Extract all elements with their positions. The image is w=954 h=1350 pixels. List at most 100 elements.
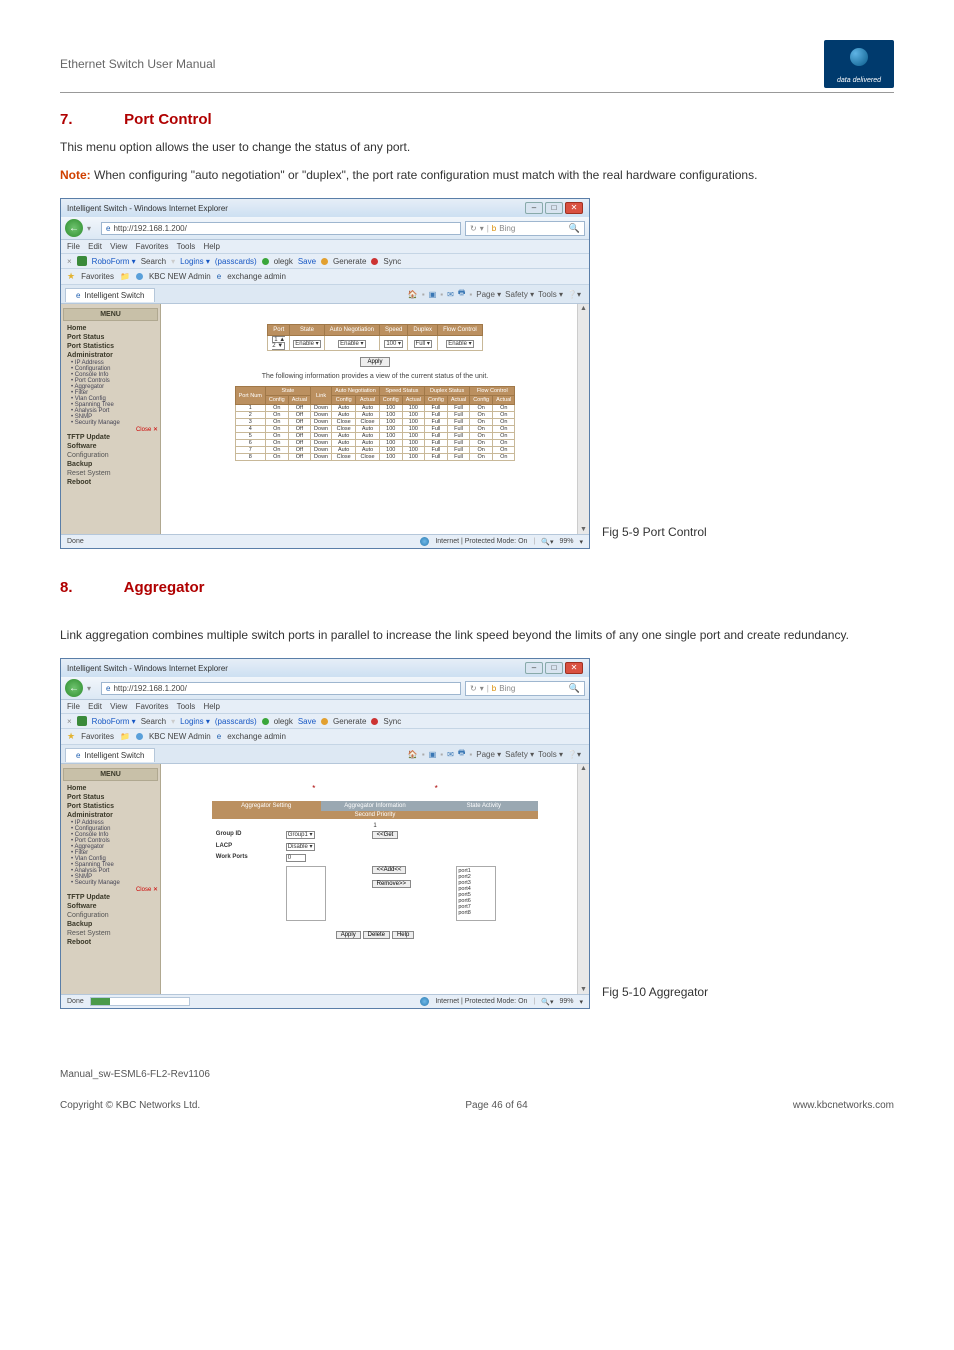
menu-port-statistics-2[interactable]: Port Statistics <box>63 802 158 811</box>
menu-port-statistics[interactable]: Port Statistics <box>63 342 158 351</box>
window-maximize-button[interactable]: □ <box>545 202 563 214</box>
menu-home[interactable]: Home <box>63 324 158 333</box>
menu-favorites[interactable]: Favorites <box>136 242 169 251</box>
apply-button[interactable]: Apply <box>360 357 389 367</box>
toolbar-x[interactable]: × <box>67 257 72 266</box>
nav-back-button-2[interactable]: ← <box>65 679 83 697</box>
toolbar-passcards[interactable]: (passcards) <box>215 257 257 266</box>
menu-tools[interactable]: Tools <box>177 242 196 251</box>
menu-software[interactable]: Software <box>63 442 158 451</box>
nav-forward-button[interactable]: ▾ <box>87 224 97 233</box>
menu-close-2[interactable]: Close ✕ <box>63 886 158 893</box>
toolbar-sync[interactable]: Sync <box>383 257 401 266</box>
menu-backup-2[interactable]: Backup <box>63 920 158 929</box>
window-titlebar-2[interactable]: Intelligent Switch - Windows Internet Ex… <box>61 659 589 677</box>
toolbar-search[interactable]: Search <box>141 257 166 266</box>
cmd-home-icon[interactable]: 🏠 <box>408 290 418 299</box>
list-item[interactable]: port8 <box>458 910 494 916</box>
cmd-print-icon[interactable]: 🖶 <box>458 287 466 301</box>
menu-view[interactable]: View <box>110 242 127 251</box>
fav-exchange[interactable]: exchange admin <box>227 272 286 281</box>
menu-software-2[interactable]: Software <box>63 902 158 911</box>
window-maximize-button-2[interactable]: □ <box>545 662 563 674</box>
toolbar-generate[interactable]: Generate <box>333 257 366 266</box>
agg-groupid-select[interactable]: Group1 ▾ <box>286 831 315 839</box>
agg-lacp-select[interactable]: Disable ▾ <box>286 843 315 851</box>
window-titlebar[interactable]: Intelligent Switch - Windows Internet Ex… <box>61 199 589 217</box>
favorites-star-icon[interactable]: ★ <box>67 271 75 282</box>
window-close-button[interactable]: ✕ <box>565 202 583 214</box>
vertical-scrollbar[interactable] <box>577 304 589 534</box>
fav-exchange-2[interactable]: exchange admin <box>227 732 286 741</box>
cmd-help-2[interactable]: ❔▾ <box>567 750 581 759</box>
cmd-page[interactable]: Page ▾ <box>476 290 501 299</box>
roboform-label-2[interactable]: RoboForm ▾ <box>92 717 136 726</box>
search-icon[interactable]: 🔍 <box>569 223 580 234</box>
agg-add-button[interactable]: <<Add<< <box>372 866 407 874</box>
agg-apply-button[interactable]: Apply <box>336 931 361 939</box>
menu-tftp[interactable]: TFTP Update <box>63 433 158 442</box>
favorites-label-2[interactable]: Favorites <box>81 732 114 741</box>
agg-workports-input[interactable]: 0 <box>286 854 306 862</box>
toolbar-save-2[interactable]: Save <box>298 717 316 726</box>
agg-tab-info[interactable]: Aggregator Information <box>321 801 430 811</box>
state-select[interactable]: Enable ▾ <box>293 340 320 348</box>
active-tab[interactable]: e Intelligent Switch <box>65 288 155 302</box>
menu-port-status[interactable]: Port Status <box>63 333 158 342</box>
window-minimize-button-2[interactable]: – <box>525 662 543 674</box>
toolbar-sync-2[interactable]: Sync <box>383 717 401 726</box>
cmd-mail-icon[interactable]: ✉ <box>447 290 454 299</box>
menu-file[interactable]: File <box>67 242 80 251</box>
fav-kbc[interactable]: KBC NEW Admin <box>149 272 211 281</box>
toolbar-olegk[interactable]: olegk <box>274 257 293 266</box>
search-box[interactable]: ↻ ▾ | b Bing 🔍 <box>465 221 585 236</box>
fav-kbc-2[interactable]: KBC NEW Admin <box>149 732 211 741</box>
toolbar-passcards-2[interactable]: (passcards) <box>215 717 257 726</box>
zoom-dropdown[interactable]: ▾ <box>579 538 583 546</box>
zoom-dropdown-2[interactable]: ▾ <box>579 998 583 1006</box>
agg-available-ports-list[interactable]: port1port2port3port4port5port6port7port8 <box>456 866 496 921</box>
menu-port-status-2[interactable]: Port Status <box>63 793 158 802</box>
window-minimize-button[interactable]: – <box>525 202 543 214</box>
cmd-tools[interactable]: Tools ▾ <box>538 290 563 299</box>
flow-select[interactable]: Enable ▾ <box>446 340 473 348</box>
menu-close[interactable]: Close ✕ <box>63 426 158 433</box>
menu-view-2[interactable]: View <box>110 702 127 711</box>
toolbar-generate-2[interactable]: Generate <box>333 717 366 726</box>
cmd-help[interactable]: ❔▾ <box>567 290 581 299</box>
menu-reboot-2[interactable]: Reboot <box>63 938 158 947</box>
agg-get-button[interactable]: <<Get <box>372 831 399 839</box>
menu-reset-2[interactable]: Reset System <box>63 929 158 938</box>
nav-forward-button-2[interactable]: ▾ <box>87 684 97 693</box>
vertical-scrollbar-2[interactable] <box>577 764 589 994</box>
menu-edit[interactable]: Edit <box>88 242 102 251</box>
agg-selected-ports-list[interactable] <box>286 866 326 921</box>
cmd-mail-icon-2[interactable]: ✉ <box>447 750 454 759</box>
favorites-star-icon-2[interactable]: ★ <box>67 731 75 742</box>
cmd-home-icon-2[interactable]: 🏠 <box>408 750 418 759</box>
menu-help-2[interactable]: Help <box>204 702 220 711</box>
cmd-feed-icon-2[interactable]: ▣ <box>429 750 437 759</box>
toolbar-logins[interactable]: Logins ▾ <box>180 257 210 266</box>
agg-tab-setting[interactable]: Aggregator Setting <box>212 801 321 811</box>
duplex-select[interactable]: Full ▾ <box>414 340 432 348</box>
favorites-label[interactable]: Favorites <box>81 272 114 281</box>
menu-reset[interactable]: Reset System <box>63 469 158 478</box>
window-close-button-2[interactable]: ✕ <box>565 662 583 674</box>
menu-edit-2[interactable]: Edit <box>88 702 102 711</box>
menu-home-2[interactable]: Home <box>63 784 158 793</box>
search-box-2[interactable]: ↻ ▾ | b Bing 🔍 <box>465 681 585 696</box>
menu-backup[interactable]: Backup <box>63 460 158 469</box>
menu-tools-2[interactable]: Tools <box>177 702 196 711</box>
menu-administrator-2[interactable]: Administrator <box>63 811 158 820</box>
toolbar-x-2[interactable]: × <box>67 717 72 726</box>
agg-delete-button[interactable]: Delete <box>363 931 390 939</box>
cmd-safety[interactable]: Safety ▾ <box>505 290 534 299</box>
cmd-safety-2[interactable]: Safety ▾ <box>505 750 534 759</box>
cmd-feed-icon[interactable]: ▣ <box>429 290 437 299</box>
agg-remove-button[interactable]: Remove>> <box>372 880 411 888</box>
agg-help-button[interactable]: Help <box>392 931 414 939</box>
zoom-icon[interactable]: 🔍▾ <box>541 538 553 546</box>
cmd-page-2[interactable]: Page ▾ <box>476 750 501 759</box>
menu-configuration[interactable]: Configuration <box>63 451 158 460</box>
